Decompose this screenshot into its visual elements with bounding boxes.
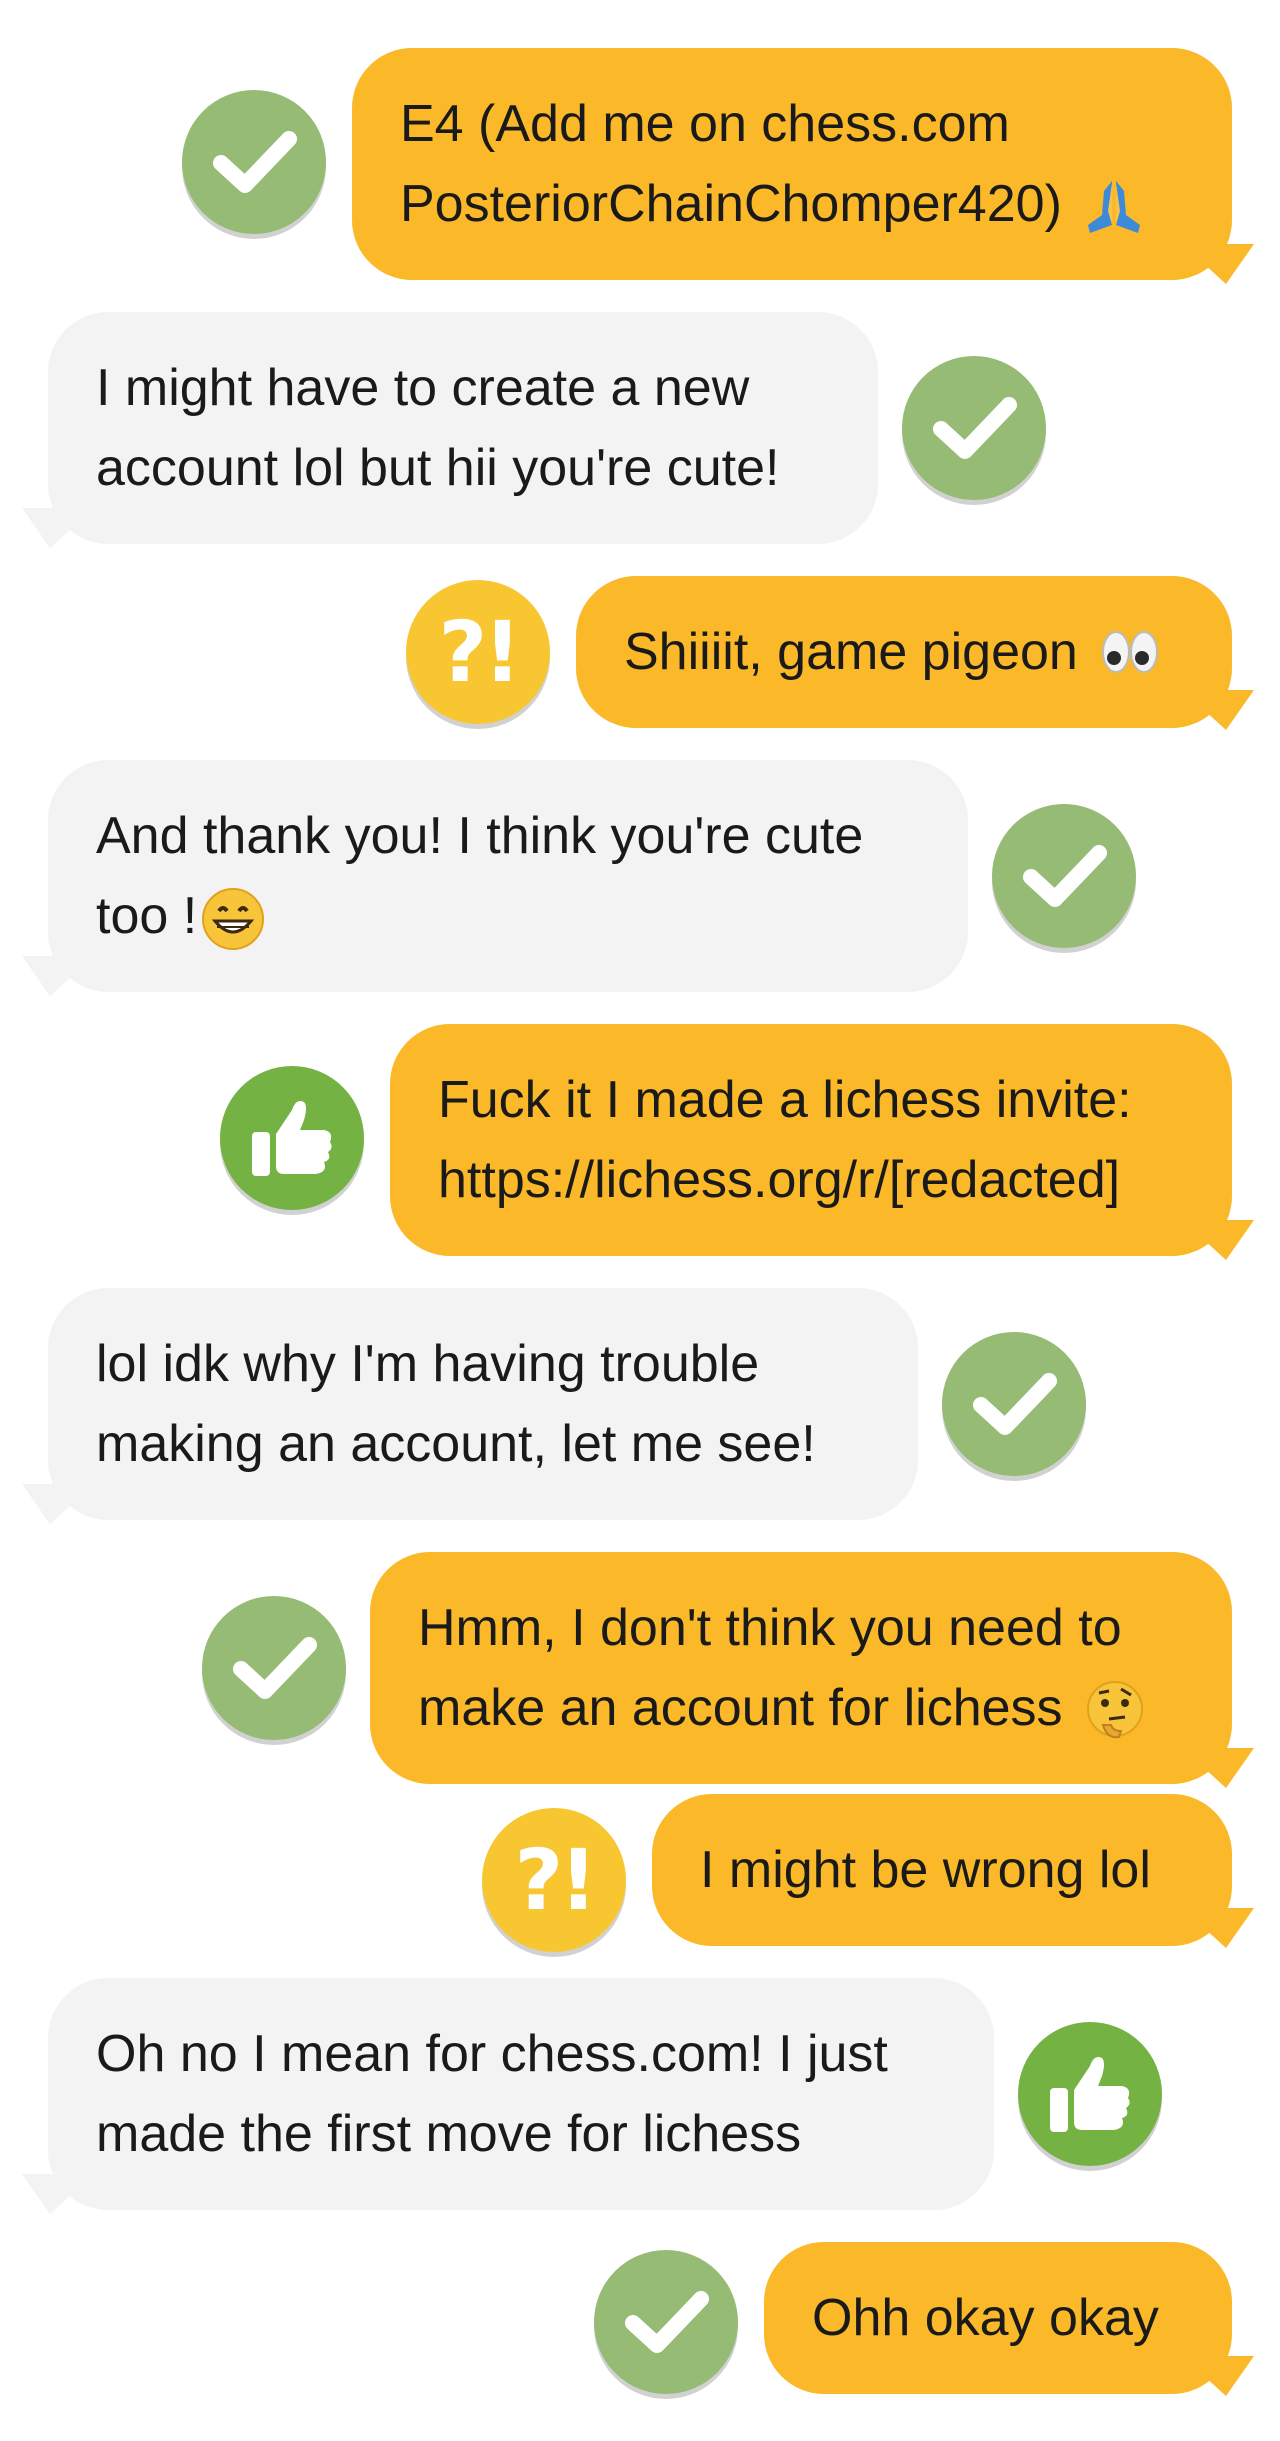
checkmark-icon <box>233 1637 317 1699</box>
thinking-face-emoji <box>1083 1679 1147 1743</box>
outgoing-message-bubble: Shiiiit, game pigeon <box>576 576 1232 728</box>
interesting-move-icon: ?! <box>438 603 521 701</box>
interesting-move-badge: ?! <box>406 580 550 724</box>
message-line: lol idk why I'm having trouble <box>96 1335 760 1393</box>
outgoing-message-bubble: Ohh okay okay <box>764 2242 1232 2394</box>
bubble-tail <box>1182 2356 1254 2396</box>
bubble-tail <box>1182 690 1254 730</box>
bubble-tail <box>22 508 94 548</box>
folded-hands-emoji <box>1082 175 1146 239</box>
checkmark-icon <box>933 397 1017 459</box>
outgoing-message-bubble: E4 (Add me on chess.com PosteriorChainCh… <box>352 48 1232 280</box>
thumbs-up-icon <box>252 1101 332 1176</box>
great-move-badge <box>220 1066 364 1210</box>
best-move-badge <box>992 804 1136 948</box>
message-line: making an account, let me see! <box>96 1415 816 1473</box>
bubble-tail <box>1182 1748 1254 1788</box>
grinning-face-emoji <box>201 887 265 951</box>
incoming-message-bubble: I might have to create a new account lol… <box>48 312 878 544</box>
checkmark-icon <box>973 1373 1057 1435</box>
interesting-move-badge: ?! <box>482 1808 626 1952</box>
best-move-badge <box>594 2250 738 2394</box>
message-line: And thank you! I think you're cute <box>96 807 864 865</box>
incoming-message-bubble: Oh no I mean for chess.com! I just made … <box>48 1978 994 2210</box>
best-move-badge <box>902 356 1046 500</box>
invite-link[interactable]: https://lichess.org/r/[redacted] <box>438 1140 1132 1220</box>
bubble-tail <box>1182 1220 1254 1260</box>
bubble-tail <box>1182 244 1254 284</box>
message-line: account lol but hii you're cute! <box>96 439 780 497</box>
best-move-badge <box>942 1332 1086 1476</box>
outgoing-message-bubble: Hmm, I don't think you need to make an a… <box>370 1552 1232 1784</box>
incoming-message-bubble: lol idk why I'm having trouble making an… <box>48 1288 918 1520</box>
outgoing-message-bubble: I might be wrong lol <box>652 1794 1232 1946</box>
checkmark-icon <box>625 2291 709 2353</box>
great-move-badge <box>1018 2022 1162 2166</box>
message-line: Fuck it I made a lichess invite: <box>438 1071 1132 1129</box>
message-line: I might have to create a new <box>96 359 750 417</box>
bubble-tail <box>22 2174 94 2214</box>
message-line: made the first move for lichess <box>96 2105 802 2163</box>
interesting-move-icon: ?! <box>514 1831 597 1929</box>
best-move-badge <box>182 90 326 234</box>
message-line: Shiiiit, game pigeon <box>624 623 1078 681</box>
message-line: Hmm, I don't think you need to <box>418 1599 1122 1657</box>
bubble-tail <box>22 1484 94 1524</box>
message-line: make an account for lichess <box>418 1668 1147 1748</box>
checkmark-icon <box>213 131 297 193</box>
message-line: E4 (Add me on chess.com <box>400 95 1010 153</box>
eyes-emoji <box>1098 620 1162 684</box>
message-line: too ! <box>96 876 863 956</box>
message-line: PosteriorChainChomper420) <box>400 164 1146 244</box>
message-line: Ohh okay okay <box>812 2289 1159 2347</box>
outgoing-message-bubble: Fuck it I made a lichess invite: https:/… <box>390 1024 1232 1256</box>
message-line: I might be wrong lol <box>700 1841 1151 1899</box>
bubble-tail <box>1182 1908 1254 1948</box>
message-line: Oh no I mean for chess.com! I just <box>96 2025 888 2083</box>
checkmark-icon <box>1023 845 1107 907</box>
best-move-badge <box>202 1596 346 1740</box>
bubble-tail <box>22 956 94 996</box>
incoming-message-bubble: And thank you! I think you're cute too ! <box>48 760 968 992</box>
thumbs-up-icon <box>1050 2057 1130 2132</box>
